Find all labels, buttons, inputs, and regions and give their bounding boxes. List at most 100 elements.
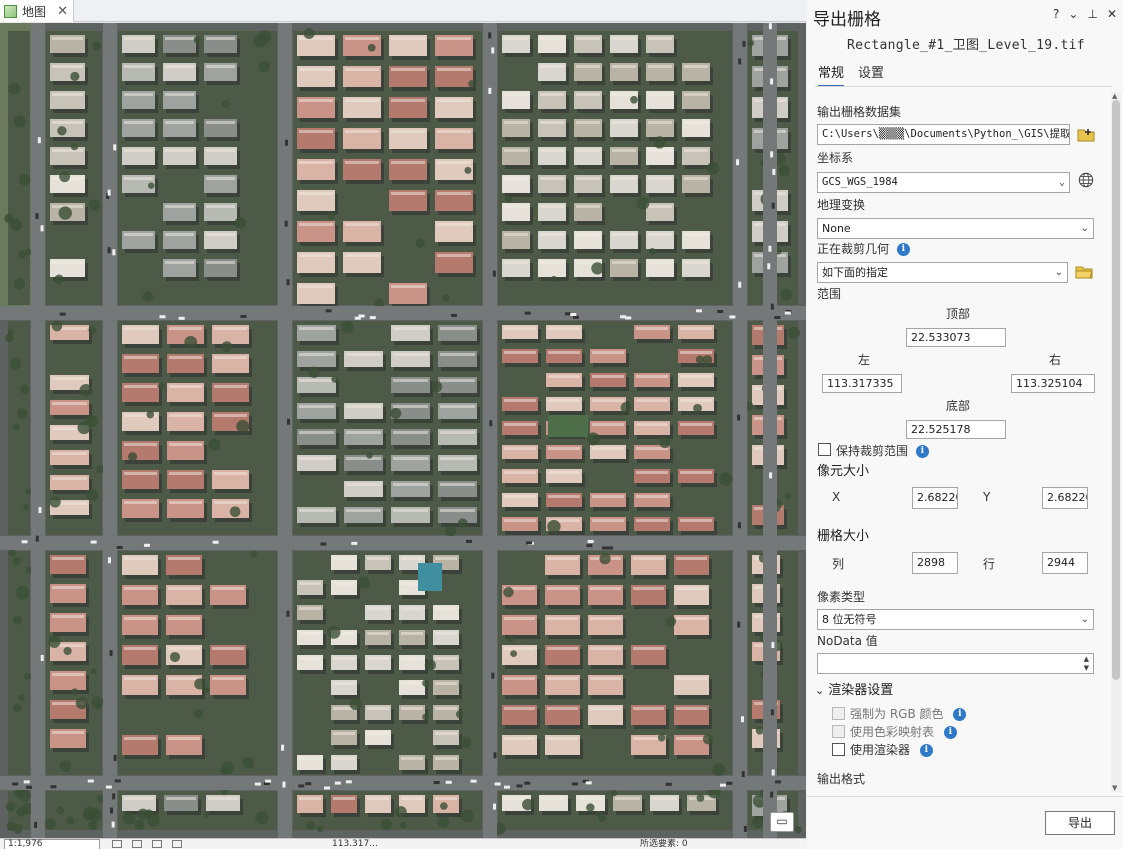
action-bar: 导出: [807, 796, 1123, 849]
app-window: 地图 ✕ ▭ 1:1,976 113.317... 所选要素: 0 导出栅格 ?…: [0, 0, 1123, 849]
extent-label: 范围: [817, 287, 842, 301]
force-rgb-checkbox[interactable]: [832, 707, 845, 720]
crs-label: 坐标系: [817, 151, 854, 165]
table-icon[interactable]: [132, 840, 142, 848]
extent-top-label: 顶部: [946, 307, 971, 321]
extent-left-field[interactable]: 113.317335: [822, 374, 902, 393]
force-rgb-label: 强制为 RGB 颜色: [850, 707, 944, 721]
output-raster-field[interactable]: C:\Users\▒▒▒▒\Documents\Python_\GIS\提取: [817, 124, 1070, 145]
pane-controls: ? ⌄ ⊥ ✕: [1053, 7, 1117, 21]
pixel-type-dropdown[interactable]: 8 位无符号 ⌄: [817, 609, 1094, 630]
pixel-type-value: 8 位无符号: [822, 613, 877, 626]
extent-right-field[interactable]: 113.325104: [1011, 374, 1095, 393]
output-raster-label: 输出栅格数据集: [817, 105, 902, 119]
scrollbar-thumb[interactable]: [1112, 100, 1120, 680]
constraint-icon[interactable]: [172, 840, 182, 848]
map-status-bar: 1:1,976 113.317... 所选要素: 0: [0, 838, 806, 849]
use-colormap-row: 使用色彩映射表 i: [850, 723, 957, 740]
clip-geometry-label: 正在裁剪几何 i: [817, 240, 910, 257]
extent-bottom-label: 底部: [946, 399, 971, 413]
scrollbar[interactable]: ▲ ▼: [1111, 92, 1121, 792]
map-icon: [4, 4, 17, 18]
cell-size-x-field[interactable]: 2.68220: [912, 487, 958, 509]
map-pane: 地图 ✕ ▭ 1:1,976 113.317... 所选要素: 0: [0, 0, 806, 849]
rows-label: 行: [983, 557, 996, 571]
tab-general[interactable]: 常规: [818, 62, 845, 87]
chevron-down-icon: ⌄: [1080, 614, 1089, 625]
close-icon[interactable]: ✕: [1107, 7, 1117, 21]
keep-clip-extent-checkbox[interactable]: [818, 443, 831, 456]
info-icon[interactable]: i: [896, 243, 910, 256]
raster-size-label: 栅格大小: [817, 529, 870, 544]
cell-size-y-label: Y: [983, 490, 991, 504]
use-renderer-row: 使用渲染器 i: [850, 741, 933, 758]
info-icon[interactable]: i: [915, 445, 929, 458]
status-toolbar: [112, 840, 182, 848]
divider: [815, 86, 1112, 87]
info-icon[interactable]: i: [953, 708, 967, 721]
nodata-label: NoData 值: [817, 634, 878, 648]
grid-icon[interactable]: [112, 840, 122, 848]
columns-label: 列: [832, 557, 845, 571]
use-colormap-label: 使用色彩映射表: [850, 725, 935, 739]
tab-settings[interactable]: 设置: [858, 62, 884, 87]
pixel-type-label: 像素类型: [817, 590, 866, 604]
extent-left-label: 左: [858, 353, 871, 367]
map-view[interactable]: [0, 23, 806, 838]
source-raster-name: Rectangle_#1_卫图_Level_19.tif: [847, 38, 1085, 53]
comment-icon[interactable]: ▭: [770, 812, 794, 832]
pin-icon[interactable]: ⊥: [1087, 7, 1097, 21]
info-icon[interactable]: i: [943, 726, 957, 739]
export-button[interactable]: 导出: [1045, 811, 1115, 835]
chevron-down-icon: ⌄: [1080, 223, 1089, 234]
tab-map-label: 地图: [22, 4, 47, 19]
use-renderer-checkbox[interactable]: [832, 743, 845, 756]
cell-size-label: 像元大小: [817, 464, 870, 479]
force-rgb-row: 强制为 RGB 颜色 i: [850, 705, 967, 722]
globe-icon[interactable]: [1077, 172, 1095, 188]
extent-right-label: 右: [1049, 353, 1062, 367]
geo-transform-dropdown[interactable]: None ⌄: [817, 218, 1094, 239]
geo-transform-label: 地理变换: [817, 198, 866, 212]
folder-icon[interactable]: [1075, 264, 1093, 280]
geoprocessing-pane: 导出栅格 ? ⌄ ⊥ ✕ Rectangle_#1_卫图_Level_19.ti…: [807, 0, 1123, 849]
keep-clip-extent-label: 保持裁剪范围 i: [836, 442, 929, 459]
map-tab-bar: 地图 ✕: [0, 0, 806, 22]
selected-features-count: 所选要素: 0: [640, 839, 688, 849]
extent-top-field[interactable]: 22.533073: [906, 328, 1006, 347]
tab-map[interactable]: 地图 ✕: [0, 0, 74, 22]
clip-geometry-dropdown[interactable]: 如下面的指定 ⌄: [817, 262, 1068, 283]
renderer-section-header[interactable]: ⌄ 渲染器设置: [815, 679, 893, 698]
rows-field[interactable]: 2944: [1042, 552, 1088, 574]
tab-strip: 常规 设置: [818, 62, 884, 87]
chevron-down-icon[interactable]: ⌄: [1068, 7, 1078, 21]
use-colormap-checkbox[interactable]: [832, 725, 845, 738]
chevron-down-icon: ⌄: [1058, 177, 1065, 188]
nodata-field[interactable]: ▲ ▼: [817, 653, 1094, 674]
clip-geometry-value: 如下面的指定: [822, 266, 888, 279]
chevron-down-icon: ⌄: [815, 684, 825, 697]
add-folder-icon[interactable]: [1077, 126, 1095, 142]
clip-geometry-label-text: 正在裁剪几何: [817, 242, 890, 256]
scroll-up-icon[interactable]: ▲: [1112, 92, 1117, 100]
scroll-down-icon[interactable]: ▼: [1112, 784, 1117, 792]
help-icon[interactable]: ?: [1053, 7, 1059, 21]
satellite-imagery: [0, 23, 806, 838]
chevron-down-icon: ⌄: [1054, 267, 1063, 278]
pane-title: 导出栅格: [813, 10, 881, 30]
snap-icon[interactable]: [152, 840, 162, 848]
columns-field[interactable]: 2898: [912, 552, 958, 574]
scale-field[interactable]: 1:1,976: [4, 839, 100, 849]
keep-clip-extent-text: 保持裁剪范围: [836, 444, 909, 458]
coordinate-readout: 113.317...: [332, 839, 378, 849]
close-icon[interactable]: ✕: [57, 4, 68, 19]
renderer-section-label: 渲染器设置: [828, 683, 894, 698]
info-icon[interactable]: i: [919, 744, 933, 757]
crs-dropdown[interactable]: GCS_WGS_1984 ⌄: [817, 172, 1070, 193]
use-renderer-label: 使用渲染器: [850, 743, 911, 757]
extent-bottom-field[interactable]: 22.525178: [906, 420, 1006, 439]
output-format-label: 输出格式: [817, 772, 866, 786]
spinner-icon[interactable]: ▲ ▼: [1084, 655, 1089, 673]
cell-size-y-field[interactable]: 2.68220: [1042, 487, 1088, 509]
parameters-panel: 输出栅格数据集 C:\Users\▒▒▒▒\Documents\Python_\…: [807, 92, 1109, 792]
